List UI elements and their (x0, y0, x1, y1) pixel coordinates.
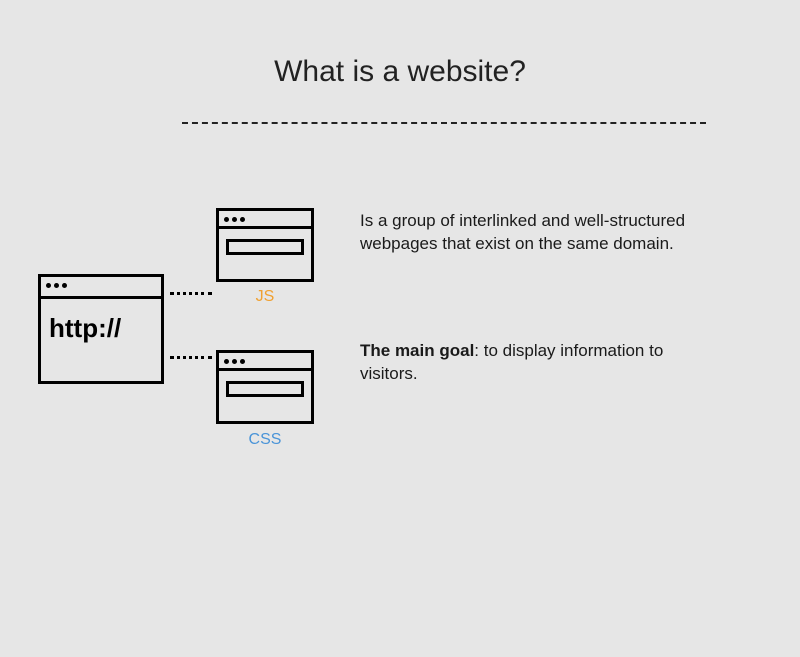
window-body (219, 371, 311, 407)
divider-line (182, 122, 706, 124)
css-window-icon (216, 350, 314, 424)
connector-line-js (170, 292, 212, 295)
url-bar-icon (226, 381, 304, 397)
goal-text: The main goal: to display information to… (360, 340, 696, 386)
window-controls-icon (224, 359, 245, 364)
page-title: What is a website? (0, 55, 800, 89)
goal-lead: The main goal (360, 341, 474, 360)
browser-window-icon: http:// (38, 274, 164, 384)
window-titlebar (41, 277, 161, 299)
window-controls-icon (224, 217, 245, 222)
js-label: JS (216, 288, 314, 306)
definition-text: Is a group of interlinked and well-struc… (360, 210, 696, 256)
window-body: http:// (41, 299, 161, 358)
window-controls-icon (46, 283, 67, 288)
css-label: CSS (216, 431, 314, 449)
url-bar-icon (226, 239, 304, 255)
window-titlebar (219, 211, 311, 229)
window-body (219, 229, 311, 265)
connector-line-css (170, 356, 212, 359)
window-titlebar (219, 353, 311, 371)
protocol-label: http:// (49, 313, 153, 344)
js-window-icon (216, 208, 314, 282)
